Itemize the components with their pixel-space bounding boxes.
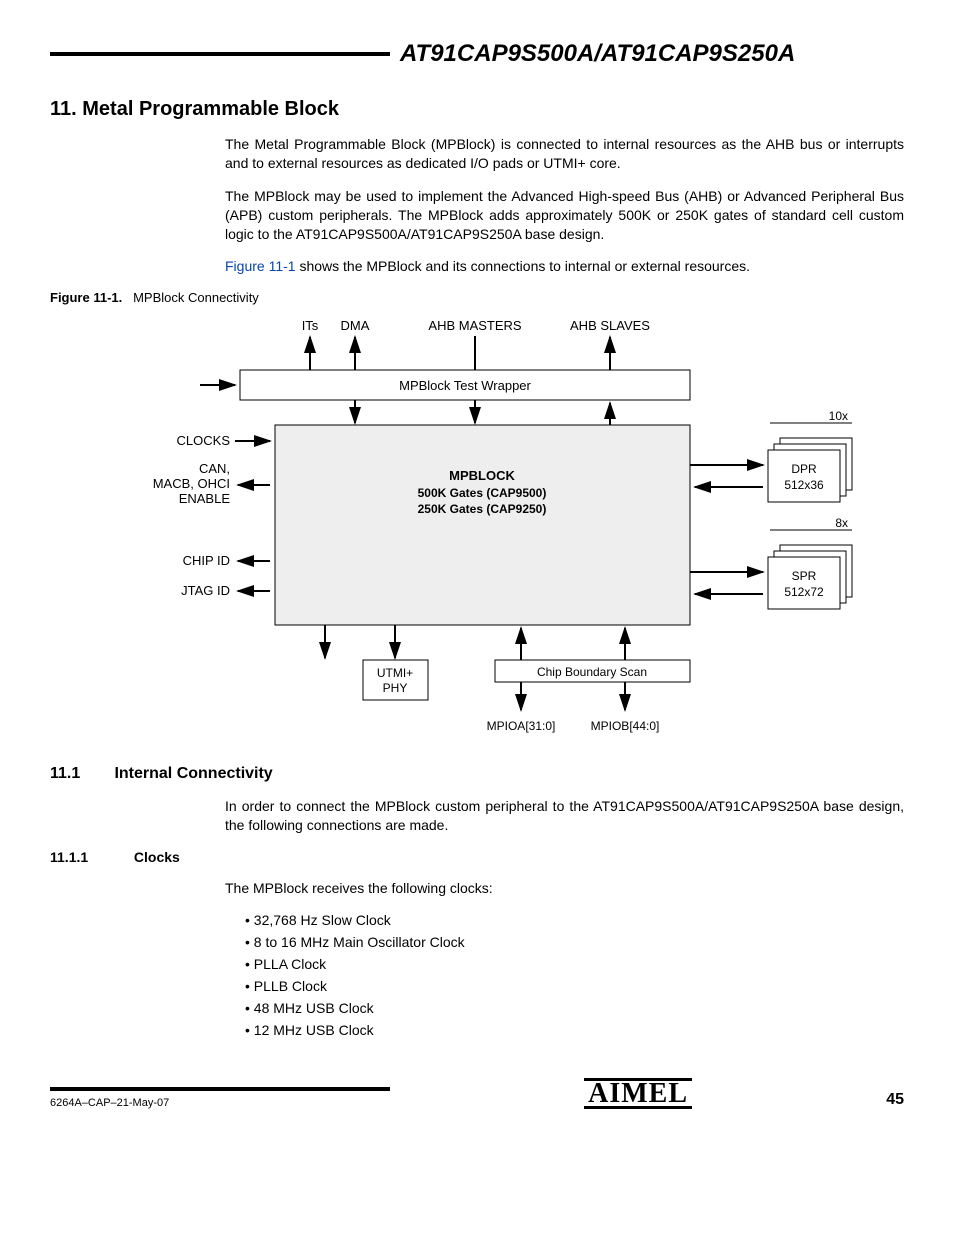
page-number: 45 [886, 1091, 904, 1109]
section-heading: 11. Metal Programmable Block [50, 98, 904, 121]
label-test-wrapper: MPBlock Test Wrapper [399, 378, 531, 393]
label-ahb-slaves: AHB SLAVES [570, 318, 650, 333]
figure-diagram: ITs DMA AHB MASTERS AHB SLAVES MPBlock T… [50, 315, 904, 745]
figure-caption: Figure 11-1. MPBlock Connectivity [50, 290, 904, 305]
label-mpblock-l2: 250K Gates (CAP9250) [418, 502, 547, 516]
section-number: 11. [50, 98, 77, 120]
label-ahb-masters: AHB MASTERS [428, 318, 522, 333]
footer: 6264A–CAP–21-May-07 AIMEL 45 [50, 1078, 904, 1109]
figure-link[interactable]: Figure 11-1 [225, 258, 296, 274]
sub11-p1: The MPBlock receives the following clock… [225, 879, 904, 898]
label-dpr-l2: 512x36 [784, 478, 824, 492]
list-item: 32,768 Hz Slow Clock [245, 912, 904, 928]
list-item: 48 MHz USB Clock [245, 1000, 904, 1016]
label-dma: DMA [341, 318, 370, 333]
list-item: PLLA Clock [245, 956, 904, 972]
list-item: 8 to 16 MHz Main Oscillator Clock [245, 934, 904, 950]
header: AT91CAP9S500A/AT91CAP9S250A [50, 40, 904, 68]
product-title: AT91CAP9S500A/AT91CAP9S250A [390, 40, 795, 68]
svg-text:MACB, OHCI: MACB, OHCI [153, 476, 230, 491]
label-utmi-l1: UTMI+ [377, 666, 413, 680]
label-mpblock-l1: 500K Gates (CAP9500) [418, 486, 547, 500]
label-mpblock: MPBLOCK [449, 468, 515, 483]
atmel-logo: AIMEL [584, 1078, 692, 1109]
figure-caption-text: MPBlock Connectivity [133, 290, 259, 305]
label-can: CAN, [199, 461, 230, 476]
label-its: ITs [302, 318, 319, 333]
subsection-number: 11.1 [50, 765, 110, 783]
svg-text:ENABLE: ENABLE [179, 491, 231, 506]
label-jtagid: JTAG ID [181, 583, 230, 598]
sub1-p1: In order to connect the MPBlock custom p… [225, 797, 904, 835]
label-mpiob: MPIOB[44:0] [591, 719, 660, 733]
subsection-title: Internal Connectivity [114, 765, 272, 782]
label-clocks: CLOCKS [177, 433, 231, 448]
subsub-title: Clocks [134, 849, 180, 865]
list-item: 12 MHz USB Clock [245, 1022, 904, 1038]
label-spr-l1: SPR [792, 569, 817, 583]
section-title: Metal Programmable Block [82, 98, 339, 120]
label-cbs: Chip Boundary Scan [537, 665, 647, 679]
section-p3: Figure 11-1 shows the MPBlock and its co… [225, 257, 904, 276]
footer-docid: 6264A–CAP–21-May-07 [50, 1097, 169, 1109]
label-spr-count: 8x [835, 516, 848, 530]
section-p1: The Metal Programmable Block (MPBlock) i… [225, 135, 904, 173]
label-dpr-l1: DPR [791, 462, 817, 476]
section-p3-rest: shows the MPBlock and its connections to… [296, 258, 750, 274]
label-utmi-l2: PHY [383, 681, 408, 695]
list-item: PLLB Clock [245, 978, 904, 994]
section-p2: The MPBlock may be used to implement the… [225, 187, 904, 244]
label-dpr-count: 10x [829, 409, 848, 423]
label-chipid: CHIP ID [183, 553, 230, 568]
footer-rule-bar [50, 1087, 390, 1091]
clocks-list: 32,768 Hz Slow Clock 8 to 16 MHz Main Os… [245, 912, 904, 1038]
subsubsection-heading: 11.1.1 Clocks [50, 849, 904, 865]
subsub-number: 11.1.1 [50, 849, 130, 865]
label-spr-l2: 512x72 [784, 585, 824, 599]
label-mpioa: MPIOA[31:0] [487, 719, 556, 733]
figure-caption-label: Figure 11-1. [50, 290, 122, 305]
subsection-heading: 11.1 Internal Connectivity [50, 765, 904, 783]
header-rule-bar [50, 52, 390, 56]
